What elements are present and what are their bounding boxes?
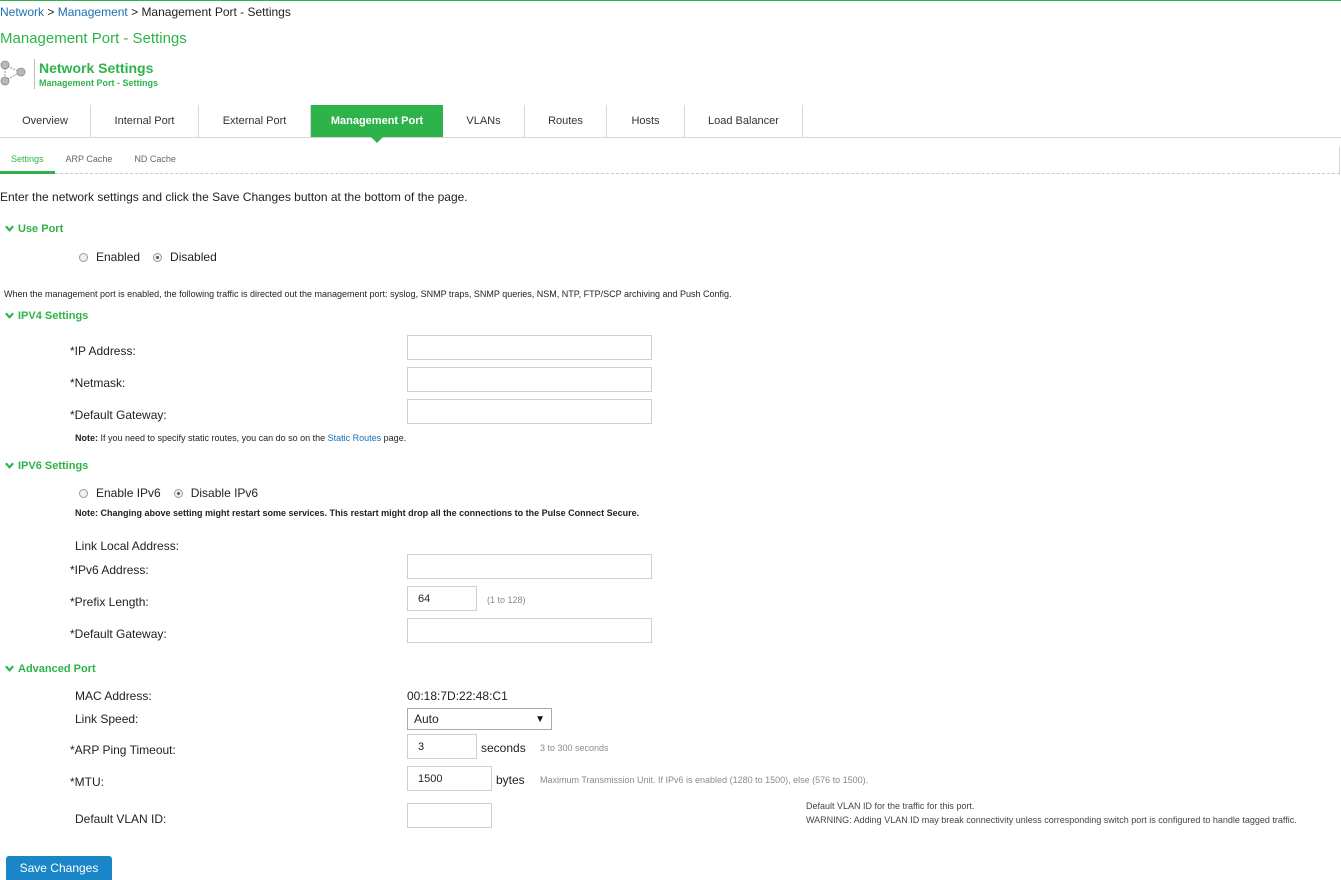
- header-title: Network Settings: [39, 60, 154, 76]
- note-prefix: Note:: [75, 433, 98, 443]
- link-local-label: Link Local Address:: [75, 539, 180, 553]
- ipv6-note: Note: Changing above setting might resta…: [75, 508, 640, 518]
- prefix-length-label: *Prefix Length:: [70, 595, 149, 609]
- radio-disable-ipv6-label: Disable IPv6: [190, 486, 259, 500]
- breadcrumb-separator: >: [131, 5, 142, 19]
- breadcrumb-link-network[interactable]: Network: [0, 5, 44, 19]
- tab-routes[interactable]: Routes: [525, 105, 607, 137]
- radio-disabled-label: Disabled: [170, 250, 217, 264]
- chevron-down-icon: [5, 462, 14, 469]
- arp-timeout-label: *ARP Ping Timeout:: [70, 743, 176, 757]
- tab-management-port[interactable]: Management Port: [311, 105, 443, 143]
- link-speed-value: Auto: [414, 712, 439, 726]
- intro-text: Enter the network settings and click the…: [0, 190, 468, 204]
- mac-address-value: 00:18:7D:22:48:C1: [407, 689, 508, 703]
- vlan-warning: WARNING: Adding VLAN ID may break connec…: [806, 815, 1297, 825]
- mtu-input[interactable]: [407, 766, 492, 791]
- ipv6-radios: Enable IPv6 Disable IPv6: [79, 486, 258, 500]
- header-divider: [34, 59, 35, 89]
- chevron-down-icon: [5, 312, 14, 319]
- section-ipv4[interactable]: IPV4 Settings: [5, 310, 88, 322]
- arp-timeout-unit: seconds: [481, 741, 526, 755]
- ipv6-address-label: *IPv6 Address:: [70, 563, 149, 577]
- netmask-input[interactable]: [407, 367, 652, 392]
- subtab-settings[interactable]: Settings: [0, 147, 55, 174]
- section-title: IPV4 Settings: [18, 310, 89, 322]
- breadcrumb-separator: >: [47, 5, 58, 19]
- vlan-help-text: Default VLAN ID for the traffic for this…: [806, 799, 1331, 827]
- radio-enable-ipv6[interactable]: [79, 488, 88, 498]
- main-tabs: Overview Internal Port External Port Man…: [0, 105, 1341, 143]
- note-suffix: page.: [381, 433, 407, 443]
- mtu-hint: Maximum Transmission Unit. If IPv6 is en…: [540, 775, 869, 785]
- subtab-arp-cache[interactable]: ARP Cache: [55, 147, 124, 173]
- static-routes-link[interactable]: Static Routes: [328, 433, 382, 443]
- radio-enabled-label: Enabled: [96, 250, 141, 264]
- chevron-down-icon: [5, 225, 14, 232]
- subtab-nd-cache[interactable]: ND Cache: [123, 147, 187, 173]
- use-port-radios: Enabled Disabled: [79, 250, 217, 264]
- radio-disable-ipv6[interactable]: [173, 488, 183, 498]
- note-text: If you need to specify static routes, yo…: [98, 433, 328, 443]
- mac-address-label: MAC Address:: [75, 689, 152, 703]
- sub-tabs: Settings ARP Cache ND Cache: [0, 147, 1340, 174]
- section-use-port[interactable]: Use Port: [5, 223, 63, 235]
- use-port-info: When the management port is enabled, the…: [4, 289, 732, 299]
- ipv6-address-input[interactable]: [407, 554, 652, 579]
- ipv6-gateway-input[interactable]: [407, 618, 652, 643]
- vlan-id-input[interactable]: [407, 803, 492, 828]
- tab-vlans[interactable]: VLANs: [443, 105, 525, 137]
- breadcrumb-link-management[interactable]: Management: [58, 5, 128, 19]
- arp-timeout-input[interactable]: [407, 734, 477, 759]
- link-speed-label: Link Speed:: [75, 712, 139, 726]
- header-subtitle: Management Port - Settings: [39, 78, 159, 88]
- link-speed-select[interactable]: Auto ▼: [407, 708, 552, 730]
- tab-internal-port[interactable]: Internal Port: [91, 105, 199, 137]
- ip-address-input[interactable]: [407, 335, 652, 360]
- ipv6-gateway-label: *Default Gateway:: [70, 627, 167, 641]
- radio-enable-ipv6-label: Enable IPv6: [96, 486, 161, 500]
- ipv4-note: Note: If you need to specify static rout…: [75, 433, 406, 443]
- section-title: Use Port: [18, 223, 64, 235]
- save-changes-button[interactable]: Save Changes: [6, 856, 112, 880]
- netmask-label: *Netmask:: [70, 376, 126, 390]
- network-nodes-icon: [0, 59, 30, 89]
- mtu-unit: bytes: [496, 773, 525, 787]
- radio-disabled[interactable]: [153, 252, 163, 262]
- arp-timeout-hint: 3 to 300 seconds: [540, 743, 609, 753]
- dropdown-arrow-icon: ▼: [535, 713, 545, 725]
- ipv4-gateway-input[interactable]: [407, 399, 652, 424]
- radio-enabled[interactable]: [79, 252, 88, 262]
- breadcrumb: Network > Management > Management Port -…: [0, 5, 291, 19]
- chevron-down-icon: [5, 665, 14, 672]
- section-title: IPV6 Settings: [18, 460, 89, 472]
- section-advanced-port[interactable]: Advanced Port: [5, 663, 96, 675]
- ipv4-gateway-label: *Default Gateway:: [70, 408, 167, 422]
- ip-address-label: *IP Address:: [70, 344, 136, 358]
- mtu-label: *MTU:: [70, 775, 104, 789]
- prefix-length-input[interactable]: [407, 586, 477, 611]
- tab-hosts[interactable]: Hosts: [607, 105, 685, 137]
- breadcrumb-current: Management Port - Settings: [141, 5, 291, 19]
- tab-load-balancer[interactable]: Load Balancer: [685, 105, 803, 137]
- vlan-help-line: Default VLAN ID for the traffic for this…: [806, 801, 975, 811]
- vlan-id-label: Default VLAN ID:: [75, 812, 167, 826]
- page-title: Management Port - Settings: [0, 30, 187, 47]
- section-ipv6[interactable]: IPV6 Settings: [5, 460, 88, 472]
- tab-external-port[interactable]: External Port: [199, 105, 311, 137]
- prefix-length-hint: (1 to 128): [487, 595, 526, 605]
- tab-overview[interactable]: Overview: [0, 105, 91, 137]
- section-title: Advanced Port: [18, 663, 96, 675]
